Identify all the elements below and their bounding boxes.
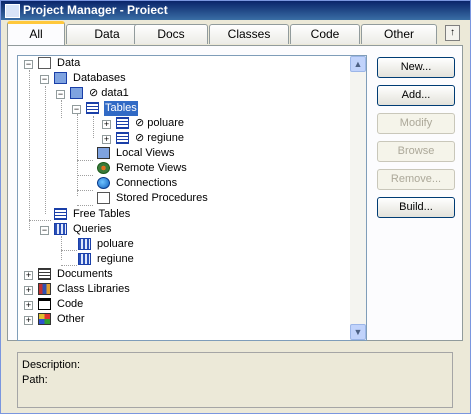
stored-procedure-icon: [97, 192, 110, 204]
other-icon: [38, 313, 51, 325]
expand-documents-toggle[interactable]: +: [24, 271, 33, 280]
tab-code[interactable]: Code: [290, 24, 360, 44]
query-icon: [78, 238, 91, 250]
databases-icon: [54, 72, 67, 84]
tree-vertical-scrollbar[interactable]: ▲ ▼: [350, 56, 366, 340]
globe-icon: [97, 177, 110, 189]
documents-icon: [38, 268, 51, 280]
collapse-queries-toggle[interactable]: −: [40, 226, 49, 235]
expand-class-libraries-toggle[interactable]: +: [24, 286, 33, 295]
code-icon: [38, 298, 51, 310]
collapse-data1-toggle[interactable]: −: [56, 90, 65, 99]
title-bar[interactable]: Project Manager - Proiect: [1, 1, 470, 20]
build-button[interactable]: Build...: [377, 197, 455, 218]
database-icon: [70, 87, 83, 99]
tab-other[interactable]: Other: [361, 24, 437, 44]
expand-poluare-toggle[interactable]: +: [102, 120, 111, 129]
new-button[interactable]: New...: [377, 57, 455, 78]
remove-button[interactable]: Remove...: [377, 169, 455, 190]
path-label: Path:: [22, 374, 48, 386]
description-label: Description:: [22, 359, 81, 371]
collapse-data-toggle[interactable]: −: [24, 60, 33, 69]
data-icon: [38, 57, 51, 69]
collapse-databases-toggle[interactable]: −: [40, 75, 49, 84]
tab-scroll-button[interactable]: ↑: [445, 25, 460, 41]
tab-all[interactable]: All: [7, 21, 65, 46]
local-view-icon: [97, 147, 110, 159]
tab-strip: All Data Docs Classes Code Other: [7, 21, 447, 46]
table-icon: [116, 117, 129, 129]
add-button[interactable]: Add...: [377, 85, 455, 106]
description-panel: Description: Path:: [17, 352, 453, 408]
browse-button[interactable]: Browse: [377, 141, 455, 162]
window-title: Project Manager - Proiect: [23, 3, 168, 17]
scroll-up-arrow-icon[interactable]: ▲: [350, 56, 366, 72]
expand-other-toggle[interactable]: +: [24, 316, 33, 325]
table-icon: [86, 102, 99, 114]
scroll-down-arrow-icon[interactable]: ▼: [350, 324, 366, 340]
class-library-icon: [38, 283, 51, 295]
tab-classes[interactable]: Classes: [209, 24, 289, 44]
modify-button[interactable]: Modify: [377, 113, 455, 134]
free-table-icon: [54, 208, 67, 220]
expand-regiune-toggle[interactable]: +: [102, 135, 111, 144]
tab-docs[interactable]: Docs: [134, 24, 208, 44]
query-icon: [54, 223, 67, 235]
collapse-tables-toggle[interactable]: −: [72, 105, 81, 114]
expand-code-toggle[interactable]: +: [24, 301, 33, 310]
query-icon: [78, 253, 91, 265]
remote-view-icon: [97, 162, 110, 174]
project-manager-window: Project Manager - Proiect All Data Docs …: [0, 0, 471, 414]
table-icon: [116, 132, 129, 144]
project-tree[interactable]: − Data − Databases − ⊘ data1 − Tables + …: [17, 55, 367, 341]
project-icon: [5, 4, 20, 18]
